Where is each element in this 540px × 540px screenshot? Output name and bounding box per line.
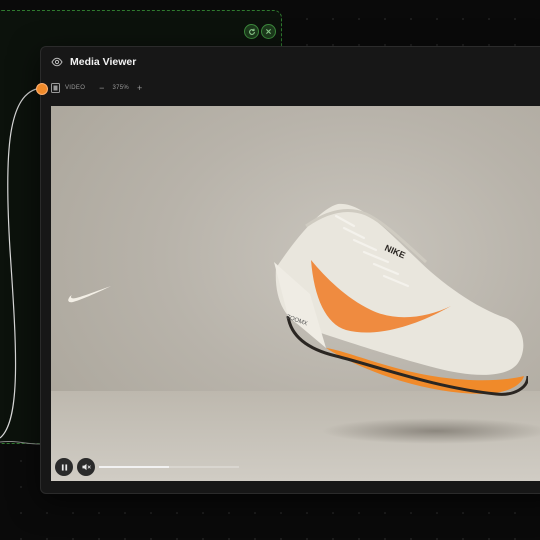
playback-controls (51, 449, 540, 481)
pause-button[interactable] (55, 458, 73, 476)
shoe-image: NIKE ZOOMX (274, 203, 528, 396)
media-viewer-window[interactable]: Media Viewer VIDEO − 375% + NIKE ZOOMX (40, 46, 540, 494)
media-type-label: VIDEO (65, 85, 86, 91)
progress-fill (99, 466, 169, 468)
pause-icon (61, 463, 68, 471)
video-frame[interactable]: NIKE ZOOMX (51, 106, 540, 481)
mute-button[interactable] (77, 458, 95, 476)
connection-port[interactable] (36, 83, 48, 95)
progress-bar[interactable] (99, 466, 239, 468)
film-icon (51, 83, 60, 93)
zoom-out-button[interactable]: − (99, 83, 104, 93)
viewer-titlebar[interactable]: Media Viewer (41, 47, 540, 77)
viewer-title: Media Viewer (70, 56, 137, 68)
eye-icon (51, 56, 63, 68)
viewer-toolbar: VIDEO − 375% + (41, 80, 150, 96)
mute-icon (81, 463, 91, 471)
zoom-level: 375% (112, 85, 129, 91)
shoe-shadow (321, 418, 540, 444)
nike-swoosh-logo (68, 286, 111, 303)
zoom-in-button[interactable]: + (137, 83, 142, 93)
